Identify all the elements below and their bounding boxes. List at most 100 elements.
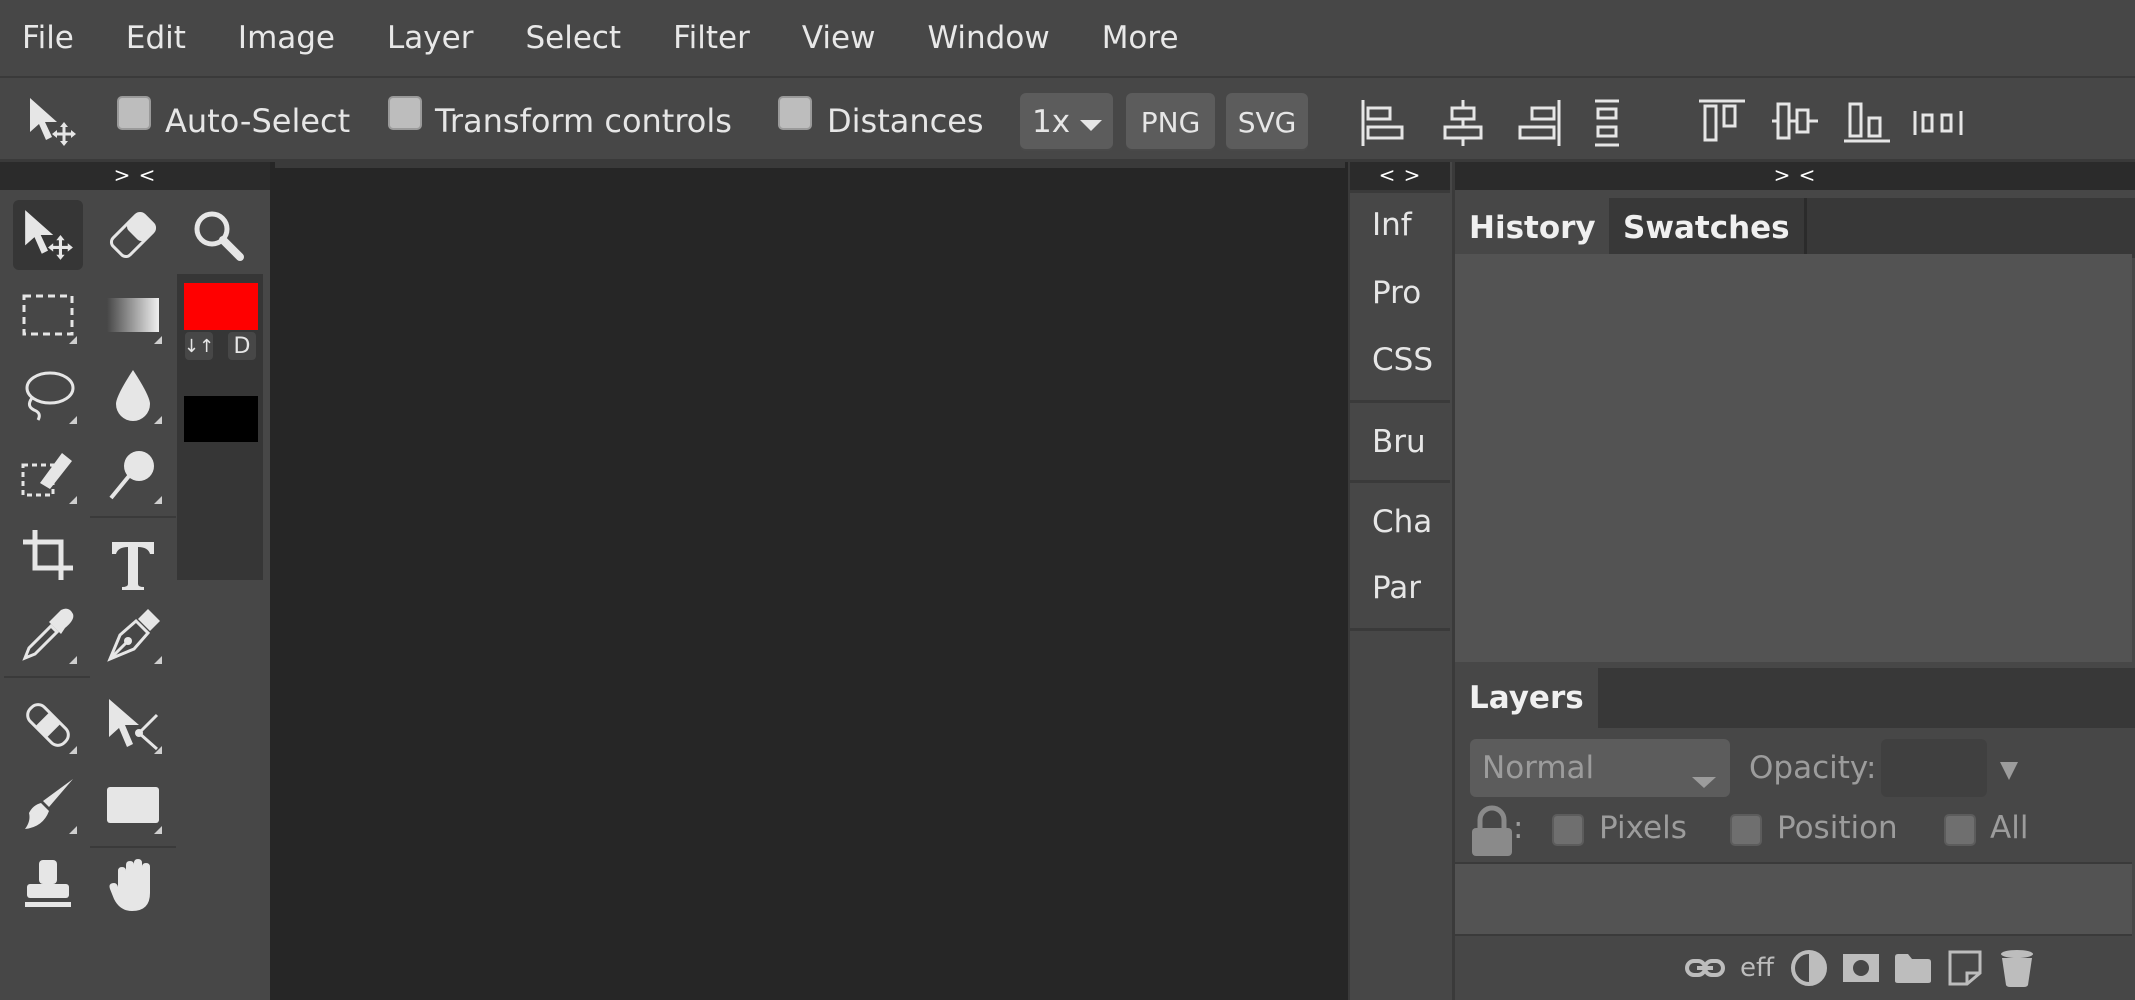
menu-select[interactable]: Select bbox=[525, 20, 621, 56]
menu-file[interactable]: File bbox=[22, 20, 74, 56]
gradient-icon bbox=[107, 298, 159, 332]
menu-more[interactable]: More bbox=[1102, 20, 1179, 56]
right-collapse-toggle[interactable]: > < bbox=[1455, 162, 2135, 190]
layers-tabbar: Layers bbox=[1455, 668, 2135, 728]
lock-all-checkbox[interactable] bbox=[1944, 814, 1976, 846]
lock-pixels-checkbox[interactable] bbox=[1552, 814, 1584, 846]
hand-tool-button[interactable] bbox=[98, 850, 168, 920]
collapsed-panels-strip: < > Inf Pro CSS Bru Cha Par bbox=[1348, 162, 1450, 1000]
layer-mask-icon[interactable] bbox=[1841, 948, 1881, 988]
eyedropper-tool-button[interactable] bbox=[13, 600, 83, 670]
mid-separator bbox=[1350, 190, 1450, 193]
menu-image[interactable]: Image bbox=[238, 20, 335, 56]
tool-separator bbox=[90, 516, 176, 518]
menu-layer[interactable]: Layer bbox=[387, 20, 473, 56]
tool-separator bbox=[90, 846, 176, 848]
folder-icon[interactable] bbox=[1893, 948, 1933, 988]
lock-position-checkbox[interactable] bbox=[1730, 814, 1762, 846]
layers-list bbox=[1455, 862, 2132, 936]
menu-filter[interactable]: Filter bbox=[673, 20, 750, 56]
marquee-tool-button[interactable] bbox=[13, 280, 83, 350]
export-png-button[interactable]: PNG bbox=[1126, 93, 1215, 151]
opacity-input[interactable] bbox=[1881, 739, 1987, 797]
menu-window[interactable]: Window bbox=[927, 20, 1049, 56]
hand-icon bbox=[109, 859, 150, 911]
align-middle-vertical-icon[interactable] bbox=[1770, 98, 1820, 148]
menu-edit[interactable]: Edit bbox=[126, 20, 186, 56]
scale-dropdown[interactable]: 1x bbox=[1020, 93, 1113, 151]
brush-tool-button[interactable] bbox=[13, 770, 83, 840]
panel-tab-css[interactable]: CSS bbox=[1372, 342, 1433, 378]
path-select-tool-button[interactable] bbox=[98, 690, 168, 760]
panel-tab-paragraph[interactable]: Par bbox=[1372, 570, 1421, 606]
export-svg-button[interactable]: SVG bbox=[1226, 93, 1308, 151]
delete-layer-icon[interactable] bbox=[1997, 948, 2037, 988]
distribute-vertical-icon[interactable] bbox=[1592, 98, 1622, 152]
pen-tool-button[interactable] bbox=[98, 600, 168, 670]
brush-icon bbox=[25, 779, 73, 829]
blend-mode-value: Normal bbox=[1482, 750, 1595, 786]
auto-select-label: Auto-Select bbox=[165, 102, 351, 140]
canvas-area[interactable] bbox=[270, 162, 1348, 1000]
eraser-tool-button[interactable] bbox=[98, 200, 168, 270]
lasso-tool-button[interactable] bbox=[13, 360, 83, 430]
text-tool-button[interactable] bbox=[98, 530, 168, 600]
tool-separator bbox=[4, 676, 90, 678]
drop-icon bbox=[116, 370, 150, 421]
crop-tool-button[interactable] bbox=[13, 520, 83, 590]
align-top-icon[interactable] bbox=[1697, 98, 1747, 148]
quick-select-tool-button[interactable] bbox=[13, 440, 83, 510]
mid-collapse-toggle[interactable]: < > bbox=[1350, 162, 1450, 190]
healing-tool-button[interactable] bbox=[13, 690, 83, 760]
tab-history[interactable]: History bbox=[1455, 198, 1610, 258]
align-right-icon[interactable] bbox=[1516, 98, 1562, 152]
align-left-icon[interactable] bbox=[1360, 98, 1406, 152]
tab-layers[interactable]: Layers bbox=[1455, 668, 1598, 728]
transform-controls-checkbox[interactable] bbox=[388, 96, 422, 130]
align-bottom-icon[interactable] bbox=[1842, 98, 1892, 148]
default-colors-button[interactable]: D bbox=[226, 330, 258, 362]
zoom-tool-button[interactable] bbox=[183, 200, 253, 270]
new-layer-icon[interactable] bbox=[1945, 948, 1985, 988]
dodge-tool-button[interactable] bbox=[98, 440, 168, 510]
effects-button[interactable]: eff bbox=[1737, 948, 1777, 988]
distances-checkbox[interactable] bbox=[778, 96, 812, 130]
opacity-label: Opacity: bbox=[1749, 750, 1877, 786]
panel-tab-character[interactable]: Cha bbox=[1372, 504, 1432, 540]
lock-pixels-label: Pixels bbox=[1599, 810, 1687, 846]
blur-tool-button[interactable] bbox=[98, 360, 168, 430]
dodge-icon bbox=[109, 451, 154, 500]
move-tool-button[interactable] bbox=[13, 200, 83, 270]
distances-label: Distances bbox=[827, 102, 984, 140]
tab-swatches[interactable]: Swatches bbox=[1609, 198, 1807, 258]
magnifier-icon bbox=[194, 211, 244, 261]
auto-select-checkbox[interactable] bbox=[117, 96, 151, 130]
adjustment-layer-icon[interactable] bbox=[1789, 948, 1829, 988]
panel-tab-brush[interactable]: Bru bbox=[1372, 424, 1426, 460]
panel-tab-properties[interactable]: Pro bbox=[1372, 275, 1421, 311]
eyedropper-icon bbox=[22, 608, 74, 661]
menu-bar: File Edit Image Layer Select Filter View… bbox=[0, 0, 2135, 78]
move-arrow-icon bbox=[25, 210, 73, 260]
menu-view[interactable]: View bbox=[802, 20, 876, 56]
quick-select-icon bbox=[21, 453, 72, 497]
align-center-horizontal-icon[interactable] bbox=[1440, 98, 1486, 152]
gradient-tool-button[interactable] bbox=[98, 280, 168, 350]
lock-position-label: Position bbox=[1777, 810, 1898, 846]
stamp-tool-button[interactable] bbox=[13, 850, 83, 920]
panel-tab-info[interactable]: Inf bbox=[1372, 207, 1412, 243]
history-swatches-tabbar: History Swatches bbox=[1455, 198, 2135, 258]
blend-mode-select[interactable]: Normal bbox=[1470, 739, 1730, 797]
mid-separator bbox=[1350, 480, 1450, 483]
scale-value: 1x bbox=[1032, 104, 1071, 140]
swap-colors-button[interactable]: ↓↑ bbox=[183, 330, 215, 362]
tools-collapse-toggle[interactable]: > < bbox=[0, 162, 270, 190]
distribute-horizontal-icon[interactable] bbox=[1912, 108, 1964, 142]
rectangle-tool-button[interactable] bbox=[98, 770, 168, 840]
background-color-swatch[interactable] bbox=[184, 396, 258, 442]
lasso-icon bbox=[25, 371, 75, 421]
foreground-color-swatch[interactable] bbox=[184, 283, 258, 330]
link-layers-icon[interactable] bbox=[1685, 948, 1725, 988]
canvas-top-border bbox=[275, 162, 1345, 168]
opacity-dropdown-arrow-icon[interactable] bbox=[1998, 760, 2020, 786]
